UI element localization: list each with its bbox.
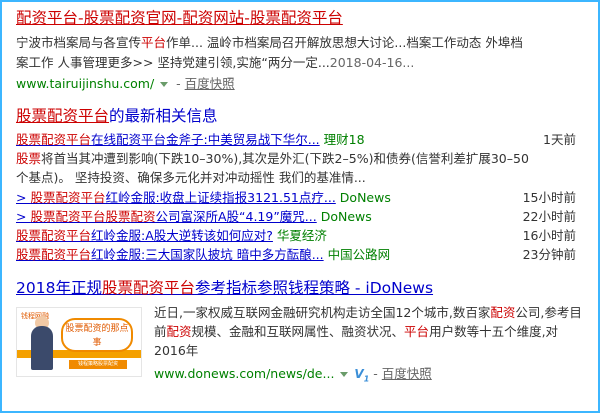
result-3-body: 钱程网融 股票配资的那点事 钱程策略股票配资 近日,一家权威互联网金融研究机构走… xyxy=(16,303,584,385)
snippet-text: 将首当其冲遭到影响(下跌10–30%),其次是外汇(下跌2–5%)和债券(信誉利… xyxy=(41,151,529,166)
news-link[interactable]: 股票配资平台红岭金服:三大国家队披坑 暗中多方酝酿... xyxy=(16,247,324,262)
abstract-highlight: 配资 xyxy=(166,324,192,339)
news-row: 股票配资平台红岭金服:三大国家队披坑 暗中多方酝酿... 中国公路网 23分钟前 xyxy=(16,245,584,264)
news-time: 1天前 xyxy=(543,132,576,147)
search-results: 配资平台-股票配资官网-配资网站-股票配资平台 宁波市档案局与各宣传平台作单..… xyxy=(16,8,584,385)
news-row: 股票配资平台红岭金服:A股大逆转该如何应对? 华夏经济 16小时前 xyxy=(16,226,584,245)
news-time: 23分钟前 xyxy=(522,247,576,262)
title-text: 参考指标参照钱程策略 - iDoNews xyxy=(194,279,434,297)
news-link-text: 红岭金服:收盘上证续指报3121.51点疗... xyxy=(105,190,336,205)
snippet-highlight: 股票 xyxy=(16,151,42,166)
news-row: > 股票配资平台红岭金服:收盘上证续指报3121.51点疗... DoNews 15… xyxy=(16,188,584,207)
result-3-title-link[interactable]: 2018年正规股票配资平台参考指标参照钱程策略 - iDoNews xyxy=(16,277,584,299)
result-1-url-line: www.tairuijinshu.com/ - 百度快照 xyxy=(16,75,584,93)
title-highlight: 配资平台 xyxy=(16,9,79,27)
news-link-highlight: 股票配资平台 xyxy=(16,132,92,147)
news-link-text: 在线配资平台金斧子:中美贸易战下华尔... xyxy=(91,132,320,147)
thumbnail-plate: 钱程策略股票配资 xyxy=(69,360,127,369)
news-block-title[interactable]: 股票配资平台的最新相关信息 xyxy=(16,105,584,127)
news-link[interactable]: > 股票配资平台股票配资公司富深所A股“4.19”魔咒... xyxy=(16,209,317,224)
news-link-highlight: 股票配资平台股票配资 xyxy=(30,209,156,224)
news-link-text: 公司富深所A股“4.19”魔咒... xyxy=(155,209,317,224)
news-title-text: 的最新相关信息 xyxy=(109,107,218,125)
abstract-text: 宁波市档案局与各宣传 xyxy=(16,35,142,50)
news-row: > 股票配资平台股票配资公司富深所A股“4.19”魔咒... DoNews 22小时… xyxy=(16,207,584,226)
v1-badge-icon[interactable]: V1 xyxy=(354,367,369,383)
news-time: 22小时前 xyxy=(522,209,576,224)
news-source: DoNews xyxy=(320,209,372,224)
result-3-thumbnail[interactable]: 钱程网融 股票配资的那点事 钱程策略股票配资 xyxy=(16,307,142,377)
abstract-highlight: 配资 xyxy=(490,305,516,320)
abstract-date: 2018-04-16... xyxy=(329,55,415,70)
result-3-abstract: 近日,一家权威互联网金融研究机构走访全国12个城市,数百家配资公司,参考目前配资… xyxy=(154,303,584,360)
news-title-highlight: 股票配资平台 xyxy=(16,107,110,125)
result-1-title-link[interactable]: 配资平台-股票配资官网-配资网站-股票配资平台 xyxy=(16,9,343,27)
result-1: 配资平台 - 股票配资官网-配资网站-股票配资平台 宁波市档案局与各宣传平台作单..… xyxy=(16,8,584,93)
news-link[interactable]: 股票配资平台在线配资平台金斧子:中美贸易战下华尔... xyxy=(16,132,320,147)
news-snippet: 股票将首当其冲遭到影响(下跌10–30%),其次是外汇(下跌2–5%)和债券(信… xyxy=(16,149,584,187)
abstract-text: 案工作 人事管理更多>> 坚持党建引领,实施“两分一定... xyxy=(16,55,330,70)
news-link[interactable]: 股票配资平台红岭金服:A股大逆转该如何应对? xyxy=(16,228,273,243)
abstract-highlight: 平台 xyxy=(404,324,430,339)
caret-down-icon[interactable] xyxy=(340,372,349,377)
separator: - xyxy=(172,76,185,91)
result-3-url[interactable]: www.donews.com/news/de... xyxy=(154,366,334,381)
badge-letter: V xyxy=(354,367,364,381)
abstract-highlight: 平台 xyxy=(141,35,167,50)
news-link-text: 红岭金服:A股大逆转该如何应对? xyxy=(91,228,273,243)
news-link-highlight: 股票配资平台 xyxy=(16,247,92,262)
news-link-prefix: > xyxy=(16,209,31,224)
abstract-text: 规模、金融和互联网属性、融资状况、 xyxy=(191,324,405,339)
news-source: 华夏经济 xyxy=(276,228,327,243)
news-link-highlight: 股票配资平台 xyxy=(16,228,92,243)
news-link[interactable]: > 股票配资平台红岭金服:收盘上证续指报3121.51点疗... xyxy=(16,190,336,205)
news-time: 15小时前 xyxy=(522,190,576,205)
title-highlight: 配资 xyxy=(182,9,214,27)
snapshot-link[interactable]: 百度快照 xyxy=(185,76,235,91)
title-text: 2018年正规 xyxy=(16,279,102,297)
news-source: 理财18 xyxy=(323,132,365,147)
result-1-url[interactable]: www.tairuijinshu.com/ xyxy=(16,76,154,91)
title-highlight: 股票配资平台 xyxy=(249,9,343,27)
news-row: 股票配资平台在线配资平台金斧子:中美贸易战下华尔... 理财18 1天前 xyxy=(16,130,584,149)
news-list: 股票配资平台在线配资平台金斧子:中美贸易战下华尔... 理财18 1天前 股票将首当… xyxy=(16,130,584,264)
title-text: 网站- xyxy=(213,9,250,27)
news-source: DoNews xyxy=(339,190,391,205)
news-link-text: 红岭金服:三大国家队披坑 暗中多方酝酿... xyxy=(91,247,324,262)
title-highlight: 股票配资 xyxy=(83,9,146,27)
title-highlight: 股票配资平台 xyxy=(101,279,195,297)
thumbnail-speech-bubble: 股票配资的那点事 xyxy=(61,318,133,352)
news-link-prefix: > xyxy=(16,190,31,205)
news-source: 中国公路网 xyxy=(327,247,391,262)
person-figure xyxy=(31,326,53,370)
abstract-text: 近日,一家权威互联网金融研究机构走访全国12个城市,数百家 xyxy=(154,305,491,320)
news-link-highlight: 股票配资平台 xyxy=(30,190,106,205)
snippet-text: 个基点)。 坚持投资、确保多元化并对冲动摇性 我们的基准情... xyxy=(16,170,366,185)
result-1-abstract: 宁波市档案局与各宣传平台作单... 温岭市档案局召开解放思想大讨论...档案工作… xyxy=(16,33,584,73)
caret-down-icon[interactable] xyxy=(160,82,169,87)
title-text: 官网- xyxy=(145,9,183,27)
news-time: 16小时前 xyxy=(522,228,576,243)
separator: - xyxy=(369,366,382,381)
abstract-text: 作单... 温岭市档案局召开解放思想大讨论...档案工作动态 外埠档 xyxy=(166,35,523,50)
result-3-url-line: www.donews.com/news/de... V1 - 百度快照 xyxy=(154,365,432,388)
snapshot-link[interactable]: 百度快照 xyxy=(382,366,432,381)
